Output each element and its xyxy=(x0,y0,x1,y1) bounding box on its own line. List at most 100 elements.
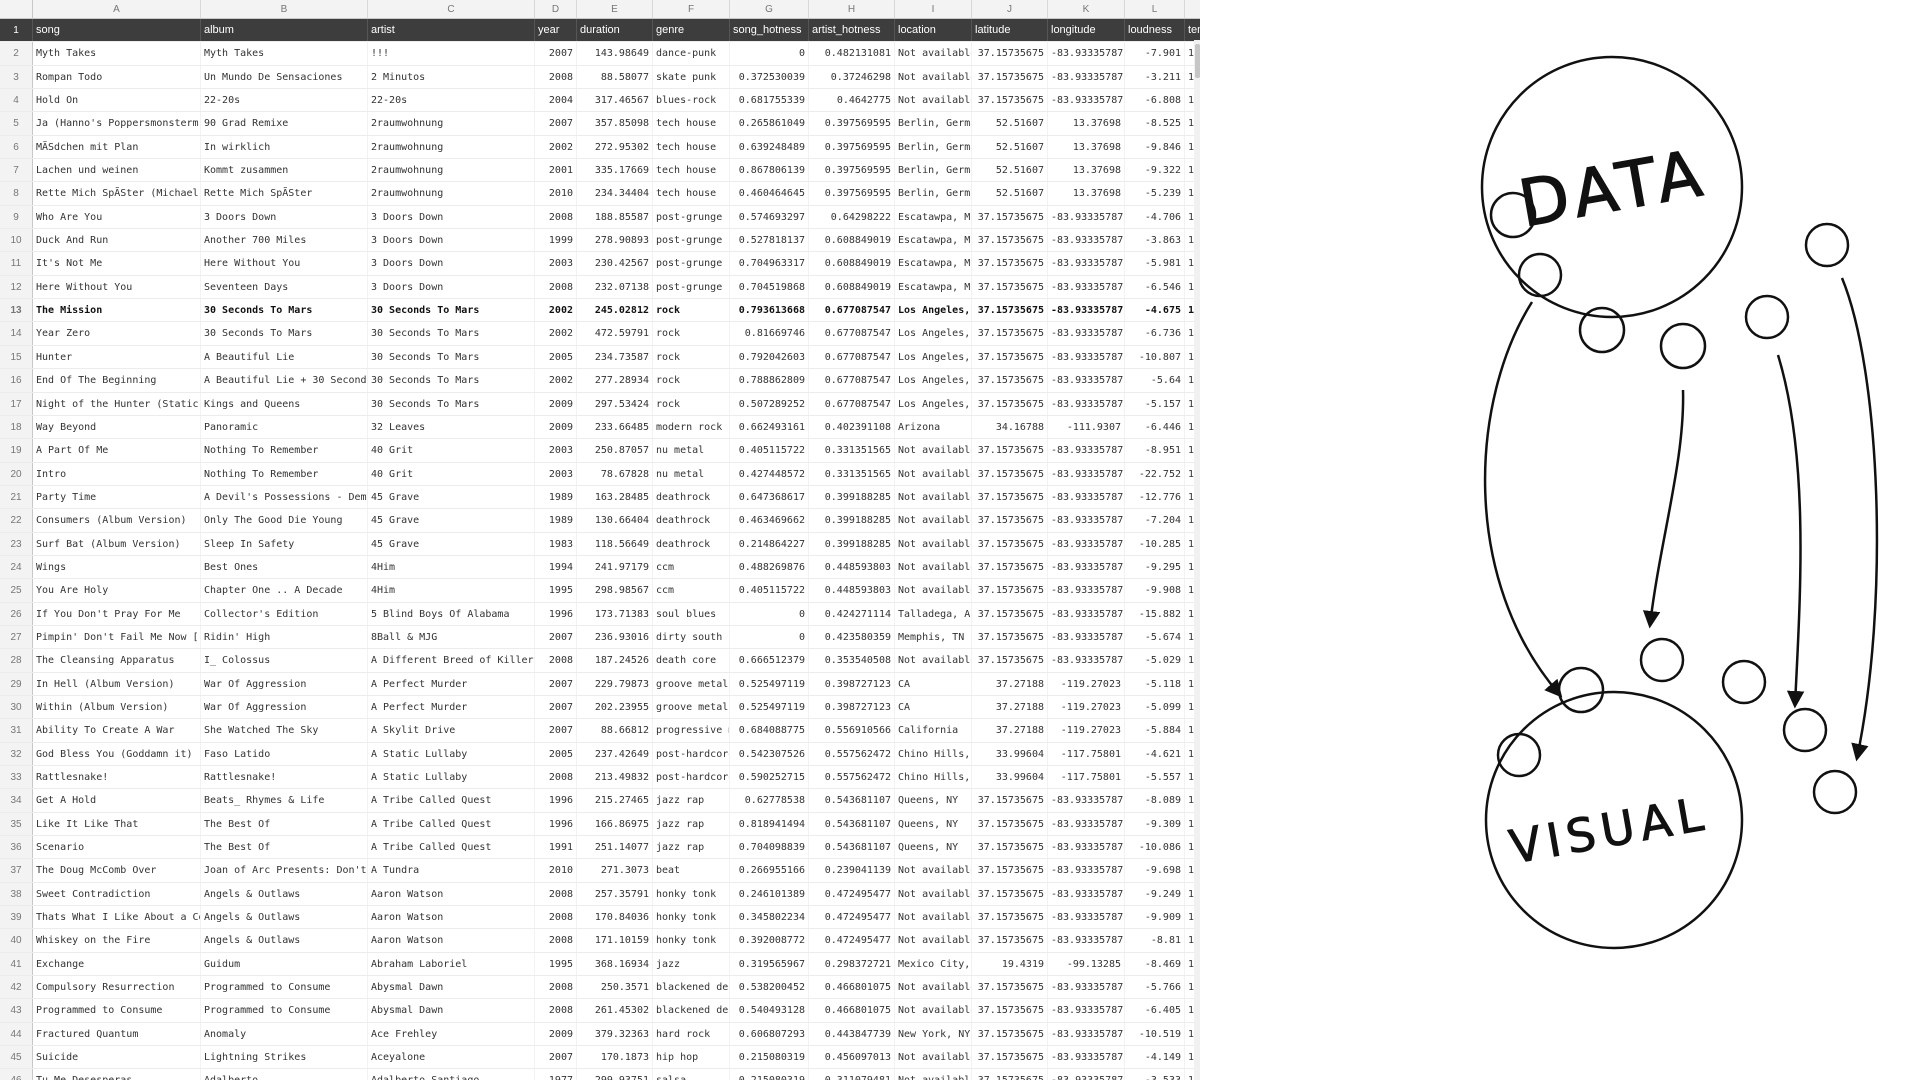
table-cell[interactable]: Not available xyxy=(895,555,972,579)
table-cell[interactable]: Night of the Hunter (Static xyxy=(33,392,201,415)
table-cell[interactable]: blackened death metal xyxy=(653,999,730,1022)
table-cell[interactable]: 2002 xyxy=(535,135,577,159)
table-cell[interactable]: -22.752 xyxy=(1125,462,1185,485)
table-cell[interactable]: 0.543681107 xyxy=(809,836,895,859)
table-cell[interactable]: 335.17669 xyxy=(577,159,653,182)
table-cell[interactable]: 37.15735675 xyxy=(972,439,1048,462)
table-cell[interactable]: 2007 xyxy=(535,672,577,695)
table-cell[interactable]: -83.93335787 xyxy=(1048,462,1125,485)
table-cell[interactable]: End Of The Beginning xyxy=(33,369,201,392)
table-cell[interactable]: 0.399188285 xyxy=(809,532,895,555)
table-cell[interactable]: 1994 xyxy=(535,555,577,579)
table-cell[interactable]: post-grunge xyxy=(653,229,730,252)
table-cell[interactable]: deathrock xyxy=(653,532,730,555)
table-cell[interactable]: -5.674 xyxy=(1125,625,1185,649)
table-cell[interactable]: 37.15735675 xyxy=(972,345,1048,369)
table-cell[interactable]: -99.13285 xyxy=(1048,952,1125,976)
table-cell[interactable]: Not available xyxy=(895,976,972,999)
table-cell[interactable]: 0.574693297 xyxy=(730,205,809,229)
table-cell[interactable]: 0.397569595 xyxy=(809,112,895,135)
row-number[interactable]: 3 xyxy=(0,65,33,89)
table-cell[interactable]: -83.93335787 xyxy=(1048,812,1125,836)
table-cell[interactable]: A Part Of Me xyxy=(33,439,201,462)
table-cell[interactable]: 2007 xyxy=(535,695,577,719)
table-cell[interactable]: Fractured Quantum xyxy=(33,1022,201,1046)
table-cell[interactable]: Not available xyxy=(895,579,972,602)
table-cell[interactable]: 170.1873 xyxy=(577,1046,653,1069)
table-cell[interactable]: -9.909 xyxy=(1125,906,1185,929)
table-cell[interactable]: tech house xyxy=(653,135,730,159)
table-cell[interactable]: -10.519 xyxy=(1125,1022,1185,1046)
table-cell[interactable]: 30 Seconds To Mars xyxy=(201,322,368,345)
table-cell[interactable]: !!! xyxy=(368,42,535,65)
table-cell[interactable]: 0.557562472 xyxy=(809,742,895,765)
table-cell[interactable]: Un Mundo De Sensaciones xyxy=(201,65,368,89)
table-cell[interactable]: Programmed to Consume xyxy=(201,976,368,999)
table-cell[interactable]: 0.793613668 xyxy=(730,299,809,322)
table-cell[interactable]: Rattlesnake! xyxy=(33,766,201,789)
table-cell[interactable]: 2007 xyxy=(535,112,577,135)
table-cell[interactable]: 232.07138 xyxy=(577,275,653,299)
table-cell[interactable]: Suicide xyxy=(33,1046,201,1069)
table-cell[interactable]: Panoramic xyxy=(201,415,368,439)
table-cell[interactable]: 40 Grit xyxy=(368,462,535,485)
table-cell[interactable]: Los Angeles, CA xyxy=(895,322,972,345)
vertical-scrollbar[interactable] xyxy=(1194,40,1200,1080)
table-cell[interactable]: 2raumwohnung xyxy=(368,182,535,205)
table-cell[interactable]: A Static Lullaby xyxy=(368,766,535,789)
row-number[interactable]: 46 xyxy=(0,1069,33,1080)
table-cell[interactable]: Pimpin' Don't Fail Me Now [ xyxy=(33,625,201,649)
table-cell[interactable]: 3 Doors Down xyxy=(368,275,535,299)
column-header-cell[interactable]: year xyxy=(535,19,577,42)
table-cell[interactable]: 0.466801075 xyxy=(809,999,895,1022)
table-cell[interactable]: Scenario xyxy=(33,836,201,859)
table-cell[interactable]: Berlin, Germany xyxy=(895,159,972,182)
table-cell[interactable]: 0.472495477 xyxy=(809,882,895,906)
table-cell[interactable]: Talladega, AL xyxy=(895,602,972,625)
table-cell[interactable]: Chapter One .. A Decade xyxy=(201,579,368,602)
table-cell[interactable]: modern rock xyxy=(653,415,730,439)
table-cell[interactable]: -83.93335787 xyxy=(1048,275,1125,299)
table-cell[interactable]: 1989 xyxy=(535,509,577,532)
table-cell[interactable]: 32 Leaves xyxy=(368,415,535,439)
table-cell[interactable]: groove metal xyxy=(653,672,730,695)
table-cell[interactable]: 37.15735675 xyxy=(972,882,1048,906)
table-cell[interactable]: MÃSdchen mit Plan xyxy=(33,135,201,159)
table-cell[interactable]: Wings xyxy=(33,555,201,579)
table-cell[interactable]: Not available xyxy=(895,882,972,906)
table-cell[interactable]: -83.93335787 xyxy=(1048,322,1125,345)
column-header-cell[interactable]: location xyxy=(895,19,972,42)
row-number[interactable]: 44 xyxy=(0,1022,33,1046)
scrollbar-thumb[interactable] xyxy=(1195,44,1200,78)
table-cell[interactable]: A Beautiful Lie xyxy=(201,345,368,369)
table-cell[interactable]: -117.75801 xyxy=(1048,742,1125,765)
table-cell[interactable]: 37.15735675 xyxy=(972,369,1048,392)
table-cell[interactable]: Not available xyxy=(895,89,972,112)
table-cell[interactable]: -83.93335787 xyxy=(1048,859,1125,882)
table-cell[interactable]: 0.482131081 xyxy=(809,42,895,65)
table-cell[interactable]: 0.788862809 xyxy=(730,369,809,392)
table-cell[interactable]: Best Ones xyxy=(201,555,368,579)
table-cell[interactable]: Queens, NY xyxy=(895,789,972,812)
table-cell[interactable]: 5 Blind Boys Of Alabama xyxy=(368,602,535,625)
table-cell[interactable]: dirty south rap xyxy=(653,625,730,649)
table-cell[interactable]: 0.4642775 xyxy=(809,89,895,112)
table-cell[interactable]: Aaron Watson xyxy=(368,906,535,929)
column-letter-header[interactable]: B xyxy=(201,0,368,18)
table-cell[interactable]: Hunter xyxy=(33,345,201,369)
table-cell[interactable]: 234.73587 xyxy=(577,345,653,369)
table-cell[interactable]: 0.867806139 xyxy=(730,159,809,182)
table-cell[interactable]: 0.681755339 xyxy=(730,89,809,112)
row-number[interactable]: 4 xyxy=(0,89,33,112)
table-cell[interactable]: -7.901 xyxy=(1125,42,1185,65)
table-cell[interactable]: Los Angeles, CA xyxy=(895,392,972,415)
table-cell[interactable]: Not available xyxy=(895,859,972,882)
table-cell[interactable]: 0.608849019 xyxy=(809,252,895,275)
row-number[interactable]: 45 xyxy=(0,1046,33,1069)
table-cell[interactable]: -15.882 xyxy=(1125,602,1185,625)
table-cell[interactable]: -5.157 xyxy=(1125,392,1185,415)
table-cell[interactable]: 472.59791 xyxy=(577,322,653,345)
table-cell[interactable]: 2009 xyxy=(535,1022,577,1046)
table-cell[interactable]: 245.02812 xyxy=(577,299,653,322)
table-cell[interactable]: Not available xyxy=(895,65,972,89)
